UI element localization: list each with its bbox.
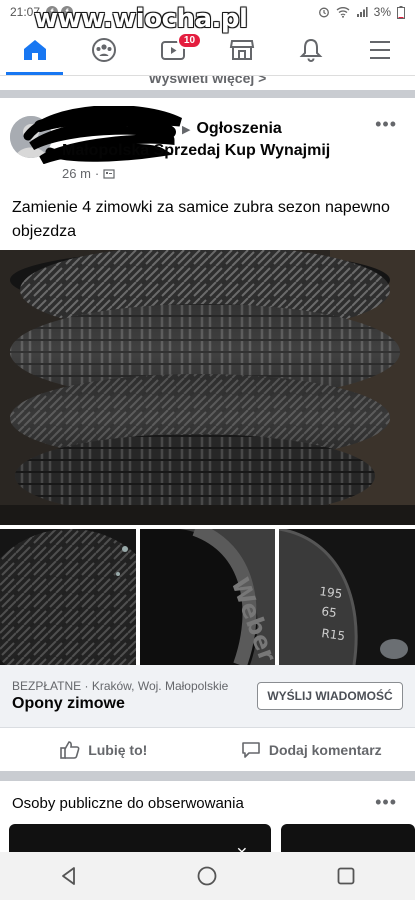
notifications-icon: [299, 38, 323, 62]
feed-divider: [0, 771, 415, 781]
suggestion-card[interactable]: [281, 824, 415, 854]
feed-divider: [0, 90, 415, 98]
thumbs-up-icon: [60, 740, 80, 759]
listing-meta-separator: ·: [81, 679, 92, 693]
post-text: Zamienie 4 zimowki za samice zubra sezon…: [12, 199, 390, 240]
tire-size-profile: 65: [321, 604, 338, 620]
menu-icon: [370, 40, 391, 59]
tire-sidewall-image: Weber: [140, 529, 275, 665]
back-icon[interactable]: [58, 865, 80, 887]
groups-icon: [91, 37, 116, 62]
alarm-icon: [318, 7, 329, 18]
play-arrow-icon: ▶: [182, 124, 191, 136]
like-button[interactable]: Lubię to!: [0, 728, 208, 771]
post-photo-thumb-3[interactable]: 195 65 R15: [279, 529, 415, 665]
post-header: ▶ Ogłoszenia Małopolska Sprzedaj Kup Wyna…: [0, 102, 415, 192]
post-time[interactable]: 26 m: [62, 166, 91, 181]
like-label: Lubię to!: [88, 741, 148, 758]
post-meta: 26 m ·: [62, 166, 115, 181]
post-actions: Lubię to! Dodaj komentarz: [0, 727, 415, 771]
post-more-button[interactable]: •••: [375, 114, 397, 135]
watch-badge: 10: [176, 32, 203, 49]
nav-notifications[interactable]: [277, 24, 346, 75]
post-photo-thumb-1[interactable]: [0, 529, 136, 665]
listing-info[interactable]: BEZPŁATNE · Kraków, Woj. Małopolskie Opo…: [0, 665, 415, 727]
watermark: www.wiocha.pl: [34, 4, 248, 34]
suggestions-more-button[interactable]: •••: [375, 792, 397, 813]
comment-icon: [242, 741, 260, 758]
group-name[interactable]: ▶ Ogłoszenia: [182, 120, 282, 138]
home-circle-icon[interactable]: [196, 865, 218, 887]
comment-button[interactable]: Dodaj komentarz: [208, 728, 415, 771]
meta-separator: ·: [94, 166, 100, 181]
listing-price: BEZPŁATNE: [12, 679, 82, 693]
wifi-icon: [336, 7, 350, 18]
signal-icon: [356, 7, 368, 17]
comment-label: Dodaj komentarz: [268, 741, 382, 758]
battery-icon: [397, 5, 405, 19]
audience-icon: [103, 168, 115, 179]
tire-size-image: 195 65 R15: [279, 529, 415, 665]
suggestion-card[interactable]: [9, 824, 271, 854]
post-photo-main[interactable]: [0, 250, 415, 525]
send-message-button[interactable]: WYŚLIJ WIADOMOŚĆ: [257, 682, 403, 710]
recents-icon[interactable]: [335, 865, 357, 887]
nav-menu[interactable]: [346, 24, 415, 75]
group-name-line2[interactable]: Małopolska Sprzedaj Kup Wynajmij: [62, 142, 330, 160]
tire-tread-image: [0, 529, 136, 665]
tires-stack-image: [0, 250, 415, 525]
listing-location: Kraków, Woj. Małopolskie: [91, 679, 229, 693]
home-icon: [23, 39, 46, 60]
group-name-line1: Ogłoszenia: [196, 120, 282, 137]
system-nav-bar: [0, 852, 415, 900]
listing-meta: BEZPŁATNE · Kraków, Woj. Małopolskie: [12, 679, 228, 693]
suggestions-title: Osoby publiczne do obserwowania: [12, 795, 244, 812]
see-more-label: Wyświetl więcej >: [148, 76, 267, 86]
battery-percent: 3%: [373, 5, 391, 19]
post-photo-thumb-2[interactable]: Weber: [140, 529, 275, 665]
status-indicators: 3%: [318, 5, 405, 19]
listing-title: Opony zimowe: [12, 695, 125, 712]
see-more-link[interactable]: Wyświetl więcej >: [0, 76, 415, 90]
marketplace-icon: [229, 39, 255, 60]
